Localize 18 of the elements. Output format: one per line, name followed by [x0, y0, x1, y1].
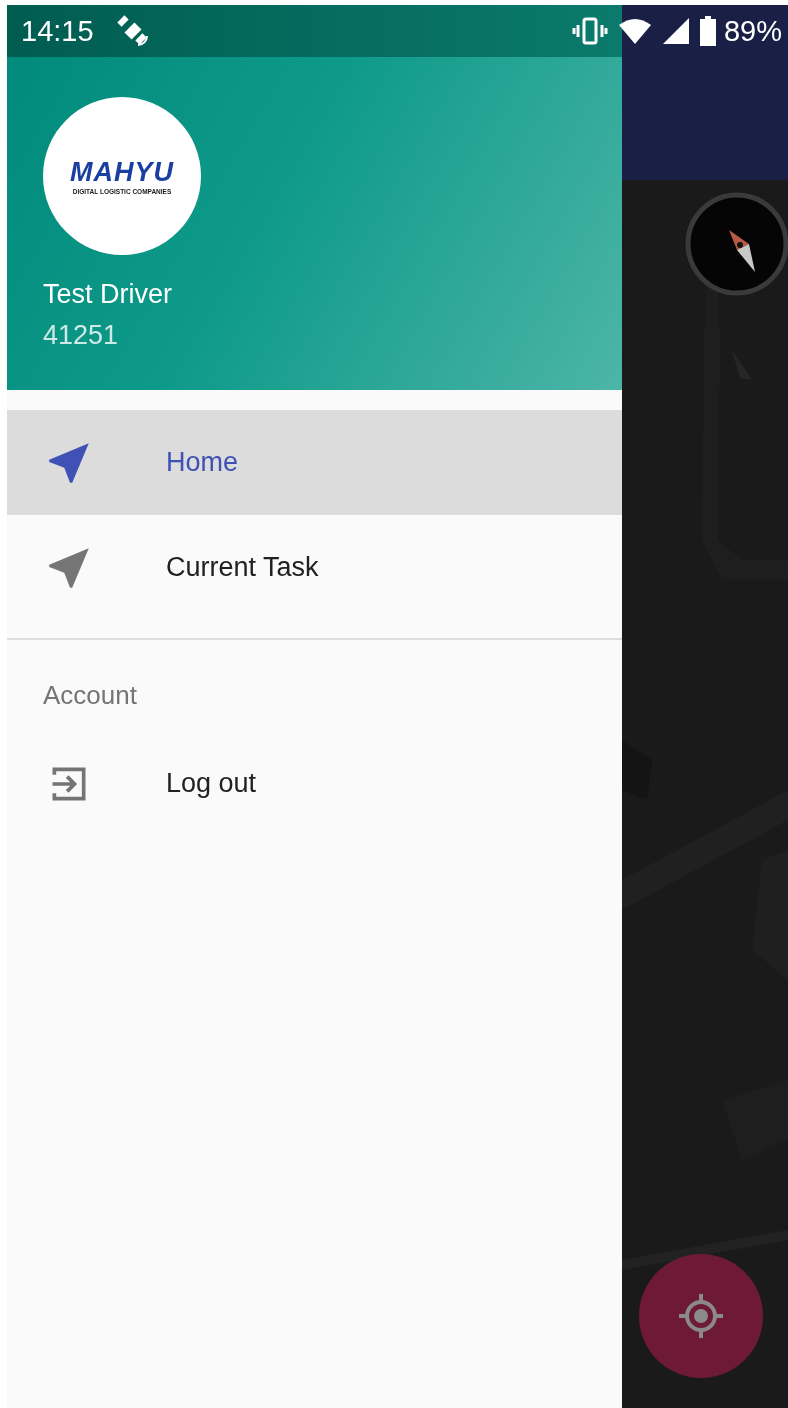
menu-item[interactable]: Home — [7, 410, 622, 515]
driver-name: Test Driver — [43, 279, 172, 310]
target-icon — [677, 1292, 725, 1340]
signal-icon — [661, 17, 690, 45]
battery-icon — [699, 16, 716, 46]
compass-icon[interactable] — [685, 192, 788, 296]
menu-item[interactable]: Current Task — [7, 515, 622, 620]
satellite-icon — [115, 14, 150, 48]
logo-title: MAHYU — [70, 157, 174, 188]
navigation-arrow-icon — [47, 440, 91, 485]
battery-level: 89% — [723, 14, 782, 48]
menu-item[interactable]: Log out — [7, 731, 622, 836]
section-title: Account — [42, 679, 138, 712]
wifi-icon — [617, 17, 652, 45]
status-time: 14:15 — [21, 14, 94, 48]
navigation-arrow-icon — [47, 545, 91, 590]
driver-id: 41251 — [43, 320, 119, 351]
vibrate-icon — [571, 16, 608, 46]
